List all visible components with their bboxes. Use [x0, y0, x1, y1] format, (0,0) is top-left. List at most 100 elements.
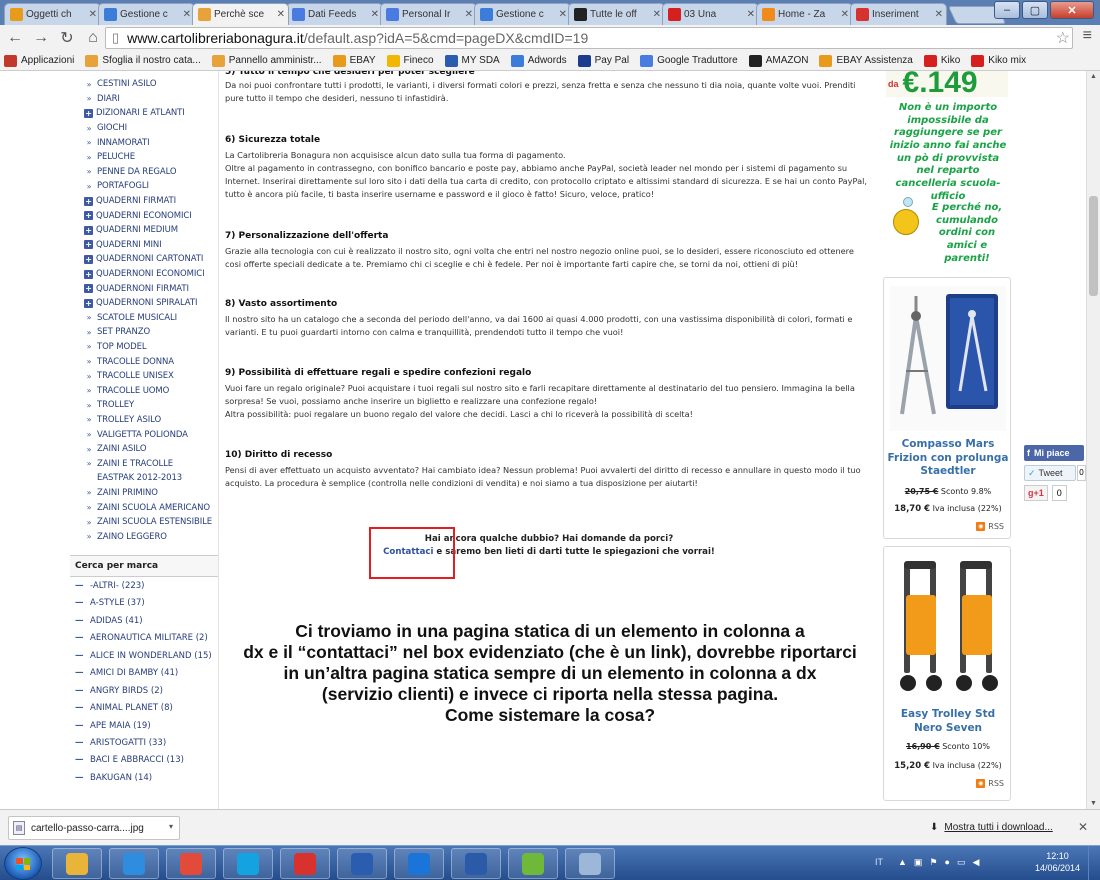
tab-cartolibreria[interactable]: Perchè sce ✕ [192, 3, 289, 25]
network-icon[interactable]: ▭ [957, 857, 966, 868]
category-item[interactable]: + QUADERNONI SPIRALATI [84, 296, 212, 311]
tab-amazon[interactable]: Tutte le off ✕ [568, 3, 665, 25]
brand-item[interactable]: — A-STYLE (37) [75, 598, 218, 609]
close-tab-icon[interactable]: ✕ [371, 9, 379, 20]
category-item[interactable]: » ZAINO LEGGERO [84, 529, 212, 544]
taskbar-camera-app[interactable] [565, 848, 615, 879]
category-item[interactable]: + QUADERNI MEDIUM [84, 223, 212, 238]
taskbar-skype[interactable] [223, 848, 273, 879]
taskbar-word[interactable] [451, 848, 501, 879]
bookmark-item[interactable]: Kiko [923, 54, 960, 67]
tray-app-icon[interactable]: ▣ [914, 857, 923, 868]
facebook-like-button[interactable]: f Mi piace [1024, 445, 1084, 461]
brand-item[interactable]: — -ALTRI- (223) [75, 581, 218, 592]
bookmark-item[interactable]: EBAY Assistenza [819, 54, 913, 67]
minimize-button[interactable]: – [994, 1, 1020, 19]
chevron-down-icon[interactable]: ▾ [169, 822, 173, 831]
home-icon[interactable]: ⌂ [82, 27, 104, 49]
category-item[interactable]: » ZAINI ASILO [84, 442, 212, 457]
category-item[interactable]: + DIZIONARI E ATLANTI [84, 106, 212, 121]
close-tab-icon[interactable]: ✕ [465, 9, 473, 20]
tab-google[interactable]: Personal Ir ✕ [380, 3, 477, 25]
taskbar-explorer[interactable] [52, 848, 102, 879]
bookmark-item[interactable]: Pay Pal [577, 54, 629, 67]
scroll-thumb[interactable] [1089, 196, 1098, 296]
bookmark-item[interactable]: Fineco [386, 54, 434, 67]
category-item[interactable]: » ZAINI E TRACOLLE [84, 456, 212, 471]
tab-zalando[interactable]: Home - Za ✕ [756, 3, 853, 25]
taskbar-sda[interactable] [337, 848, 387, 879]
category-item[interactable]: » TROLLEY [84, 398, 212, 413]
bookmark-star-icon[interactable]: ☆ [1056, 28, 1070, 48]
category-item[interactable]: » CESTINI ASILO [84, 77, 212, 92]
address-bar[interactable]: ▯ www.cartolibreriabonagura.it/default.a… [105, 27, 1073, 49]
tab-strawberry[interactable]: Inseriment ✕ [850, 3, 947, 25]
category-item[interactable]: » TRACOLLE DONNA [84, 354, 212, 369]
menu-icon[interactable]: ≡ [1083, 27, 1092, 45]
bookmark-item[interactable]: Google Traduttore [640, 54, 738, 67]
taskbar-chrome[interactable] [166, 848, 216, 879]
maximize-button[interactable]: ▢ [1022, 1, 1048, 19]
close-tab-icon[interactable]: ✕ [935, 9, 943, 20]
category-item[interactable]: » PELUCHE [84, 150, 212, 165]
bookmark-item[interactable]: Applicazioni [4, 54, 74, 67]
product-name[interactable]: Easy Trolley Std Nero Seven [886, 708, 1010, 735]
tab-adwords[interactable]: Gestione c ✕ [474, 3, 571, 25]
tab-google[interactable]: Dati Feeds ✕ [286, 3, 383, 25]
tab-youtube[interactable]: 03 Una ✕ [662, 3, 759, 25]
promo-banner[interactable]: da €.149 Non è un importo impossibile da … [883, 71, 1011, 265]
volume-icon[interactable]: ◀ [972, 857, 979, 868]
product-card[interactable]: Compasso Mars Frizion con prolunga Staed… [883, 277, 1011, 539]
close-tab-icon[interactable]: ✕ [183, 9, 191, 20]
category-item[interactable]: » PENNE DA REGALO [84, 165, 212, 180]
brand-item[interactable]: — BACI E ABBRACCI (13) [75, 755, 218, 766]
category-item[interactable]: » TRACOLLE UNISEX [84, 369, 212, 384]
category-item[interactable]: » ZAINI PRIMINO [84, 486, 212, 501]
close-tab-icon[interactable]: ✕ [841, 9, 849, 20]
tab-adwords[interactable]: Gestione c ✕ [98, 3, 195, 25]
scroll-up-icon[interactable]: ▲ [1090, 73, 1097, 80]
forward-icon[interactable]: → [30, 27, 52, 49]
category-item[interactable]: + QUADERNONI ECONOMICI [84, 267, 212, 282]
tab-shop[interactable]: Oggetti ch ✕ [4, 3, 101, 25]
show-all-downloads[interactable]: ⬇ Mostra tutti i download... [930, 822, 1053, 833]
category-item[interactable]: EASTPAK 2012-2013 [84, 471, 212, 486]
close-window-button[interactable]: ✕ [1050, 1, 1094, 19]
category-item[interactable]: » ZAINI SCUOLA ESTENSIBILE [84, 515, 213, 530]
close-tab-icon[interactable]: ✕ [653, 9, 661, 20]
category-item[interactable]: + QUADERNONI FIRMATI [84, 281, 212, 296]
taskbar-checkmark-app[interactable] [508, 848, 558, 879]
scroll-down-icon[interactable]: ▼ [1090, 800, 1097, 807]
category-item[interactable]: » DIARI [84, 92, 212, 107]
back-icon[interactable]: ← [4, 27, 26, 49]
product-card[interactable]: Easy Trolley Std Nero Seven 16,90 € Scon… [883, 546, 1011, 801]
bookmark-item[interactable]: Kiko mix [971, 54, 1026, 67]
language-indicator[interactable]: IT [875, 857, 883, 867]
bookmark-item[interactable]: AMAZON [748, 54, 808, 67]
close-tab-icon[interactable]: ✕ [89, 9, 97, 20]
taskbar-strawberry[interactable] [280, 848, 330, 879]
category-item[interactable]: » PORTAFOGLI [84, 179, 212, 194]
close-tab-icon[interactable]: ✕ [559, 9, 567, 20]
category-item[interactable]: » ZAINI SCUOLA AMERICANO [84, 500, 212, 515]
category-item[interactable]: » INNAMORATI [84, 135, 212, 150]
category-item[interactable]: » TRACOLLE UOMO [84, 383, 212, 398]
tray-status-icon[interactable]: ● [945, 857, 950, 868]
tray-arrow-icon[interactable]: ▲ [898, 857, 907, 868]
category-item[interactable]: + QUADERNI MINI [84, 238, 212, 253]
gplus-button[interactable]: g+1 [1024, 485, 1048, 501]
taskbar-teamviewer[interactable] [394, 848, 444, 879]
bookmark-item[interactable]: EBAY [332, 54, 376, 67]
bookmark-item[interactable]: Adwords [510, 54, 567, 67]
start-button[interactable] [4, 847, 42, 880]
close-tab-icon[interactable]: ✕ [747, 9, 755, 20]
close-icon[interactable]: ✕ [1078, 820, 1088, 834]
show-desktop-button[interactable] [1088, 846, 1100, 880]
reload-icon[interactable]: ↻ [56, 27, 78, 49]
category-item[interactable]: » TOP MODEL [84, 340, 212, 355]
taskbar-internet-explorer[interactable] [109, 848, 159, 879]
page-scrollbar[interactable]: ▲ ▼ [1086, 71, 1100, 809]
brand-item[interactable]: — BAKUGAN (14) [75, 773, 218, 784]
download-item[interactable]: ▤ cartello-passo-carra....jpg ▾ [8, 816, 180, 840]
category-item[interactable]: » TROLLEY ASILO [84, 413, 212, 428]
